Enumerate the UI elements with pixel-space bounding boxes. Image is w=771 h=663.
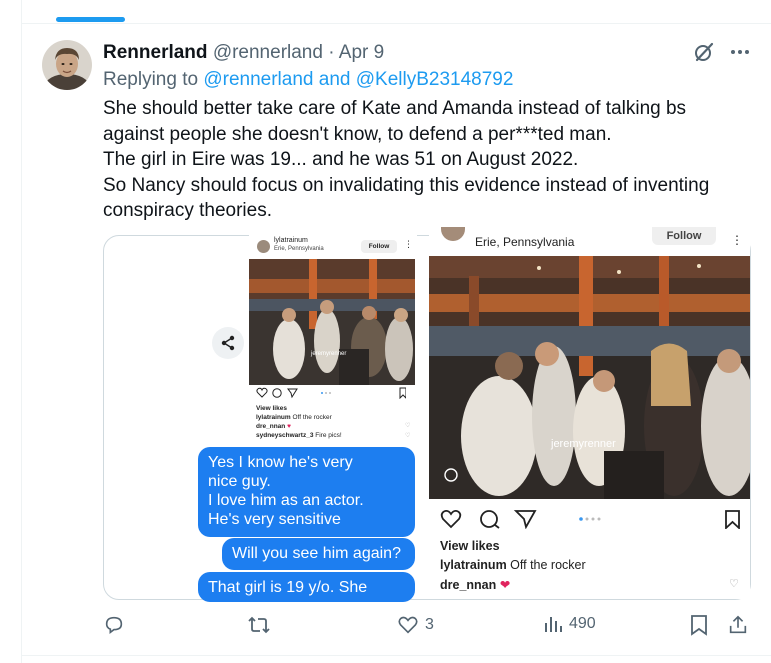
comment-user: sydneyschwartz_3	[256, 432, 314, 439]
right-post-header: Erie, Pennsylvania Follow ⋮	[429, 227, 750, 256]
more-icon: ⋮	[731, 233, 743, 247]
views-count: 490	[569, 615, 596, 632]
message-bubble: Yes I know he's very nice guy. I love hi…	[198, 447, 415, 537]
message-text: I love him as an actor.	[208, 492, 364, 509]
post-action-icons	[256, 387, 407, 402]
tweet-bottom-divider	[21, 655, 771, 656]
like-button[interactable]: 3	[397, 614, 434, 636]
tweet-text-line: She should better take care of Kate and …	[103, 98, 687, 119]
bookmark-button[interactable]	[689, 614, 709, 636]
views-icon	[543, 614, 563, 634]
tweet-text-line: So Nancy should focus on invalidating th…	[103, 174, 710, 196]
tweet-action-bar: 3 490	[103, 614, 763, 642]
tweet-text-line: conspiracy theories.	[103, 200, 272, 221]
comment-user: dre_nnan	[440, 578, 497, 592]
tweet-text-line: against people she doesn't know, to defe…	[103, 123, 612, 145]
retweet-button[interactable]	[247, 614, 277, 636]
author-handle[interactable]: @rennerland	[213, 42, 323, 63]
message-text: Yes I know he's very nice guy.	[208, 454, 353, 490]
post-location: Erie, Pennsylvania	[274, 246, 324, 252]
post-comment: dre_nnan ❤	[440, 577, 510, 592]
more-options-icon[interactable]	[728, 40, 752, 64]
reply-button[interactable]	[103, 614, 131, 636]
like-comment-icon: ♡	[405, 423, 411, 429]
comment-user: dre_nnan	[256, 423, 286, 430]
more-icon: ⋮	[404, 239, 413, 249]
right-post-footer: View likes lylatrainum Off the rocker dr…	[429, 499, 750, 599]
caption-text: Off the rocker	[510, 558, 586, 572]
grok-icon[interactable]	[692, 40, 716, 64]
avatar[interactable]	[42, 40, 92, 90]
replying-to-users-link[interactable]: @rennerland and @KellyB23148792	[203, 69, 513, 90]
post-username: lylatrainum	[274, 237, 308, 244]
follow-button: Follow	[652, 227, 716, 245]
share-button[interactable]	[727, 614, 749, 636]
comment-text: Fire pics!	[315, 432, 342, 439]
author-name[interactable]: Rennerland	[103, 42, 208, 63]
post-location: Erie, Pennsylvania	[475, 235, 575, 249]
views-button[interactable]: 490	[543, 614, 596, 634]
view-likes: View likes	[440, 539, 500, 553]
heart-emoji-icon: ♥	[287, 423, 291, 430]
view-likes: View likes	[256, 405, 287, 412]
share-icon[interactable]	[212, 327, 244, 359]
retweet-icon	[247, 614, 271, 636]
left-post-footer: View likes lylatrainum Off the rocker dr…	[249, 385, 417, 450]
caption-text: Off the rocker	[292, 414, 332, 421]
follow-button: Follow	[361, 240, 397, 253]
post-avatar	[257, 240, 270, 253]
replying-to-line: Replying to @rennerland and @KellyB23148…	[103, 68, 513, 92]
tweet-text-line: The girl in Eire was 19... and he was 51…	[103, 149, 579, 170]
message-bubble: That girl is 19 y/o. She	[198, 572, 415, 602]
tweet-date[interactable]: Apr 9	[339, 42, 384, 63]
caption-user: lylatrainum	[256, 414, 291, 421]
post-avatar	[441, 227, 465, 241]
post-caption: lylatrainum Off the rocker	[440, 558, 586, 572]
message-text: Will you see him again?	[232, 545, 401, 562]
message-bubble: Will you see him again?	[222, 538, 415, 570]
post-caption: lylatrainum Off the rocker	[256, 414, 332, 421]
tweet-text: She should better take care of Kate and …	[103, 96, 753, 224]
share-upload-icon	[727, 614, 749, 636]
bar-scene-photo-large: jeremyrenner	[429, 256, 750, 499]
like-count: 3	[425, 616, 434, 633]
header-actions	[692, 40, 752, 64]
like-comment-icon: ♡	[405, 433, 411, 439]
tweet-header: Rennerland @rennerland · Apr 9	[103, 41, 384, 65]
photo-tag: jeremyrenner	[550, 438, 616, 450]
like-comment-icon: ♡	[729, 578, 739, 590]
post-comment: dre_nnan ♥	[256, 423, 291, 430]
photo-tag: jeremyrenner	[310, 351, 346, 357]
message-text: He's very sensitive	[208, 511, 341, 528]
reply-icon	[103, 614, 125, 636]
message-text: That girl is 19 y/o. She	[208, 579, 368, 596]
header-separator: ·	[328, 42, 335, 63]
bookmark-icon	[689, 614, 709, 636]
bar-scene-photo-small: jeremyrenner	[249, 259, 415, 385]
active-tab-indicator	[56, 17, 125, 22]
replying-to-prefix: Replying to	[103, 69, 199, 90]
heart-emoji-icon: ❤	[499, 578, 511, 592]
heart-icon	[397, 614, 419, 636]
timeline-left-border	[21, 0, 22, 663]
post-comment: sydneyschwartz_3 Fire pics!	[256, 432, 342, 439]
caption-user: lylatrainum	[440, 558, 507, 572]
tab-divider	[21, 23, 771, 24]
post-action-icons	[440, 509, 740, 532]
